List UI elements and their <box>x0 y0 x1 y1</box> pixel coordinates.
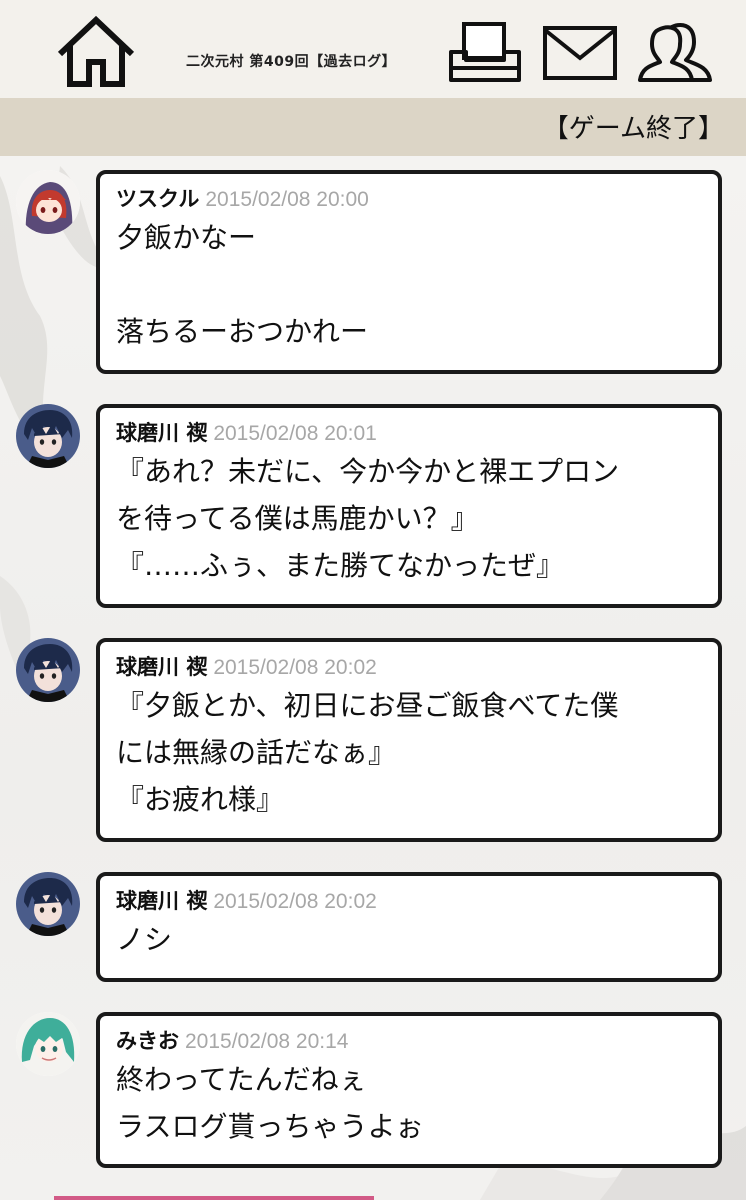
message-log[interactable]: ツスクル 2015/02/08 20:00 夕飯かなー 落ちるーおつかれー 球磨川… <box>0 156 746 1200</box>
avatar[interactable] <box>16 170 80 234</box>
message-line: には無縁の話だなぁ』 <box>116 736 397 769</box>
mail-icon <box>543 26 617 80</box>
avatar[interactable] <box>16 638 80 702</box>
speaker-name[interactable]: 球磨川 禊 <box>116 655 207 679</box>
next-item-edge <box>54 1196 374 1200</box>
avatar[interactable] <box>16 1012 80 1076</box>
message-bubble: ツスクル 2015/02/08 20:00 夕飯かなー 落ちるーおつかれー <box>96 170 722 374</box>
avatar[interactable] <box>16 872 80 936</box>
print-button[interactable] <box>448 22 522 84</box>
avatar-red-hair-hood-icon <box>16 170 80 234</box>
message-bubble: 球磨川 禊 2015/02/08 20:02 『夕飯とか、初日にお昼ご飯食べてた僕… <box>96 638 722 842</box>
message-timestamp: 2015/02/08 20:01 <box>213 422 377 445</box>
users-icon <box>638 23 712 82</box>
message-line: 終わってたんだねぇ <box>116 1063 367 1096</box>
message-line: 『お疲れ様』 <box>116 783 285 816</box>
message-timestamp: 2015/02/08 20:02 <box>213 656 377 679</box>
message-bubble: 球磨川 禊 2015/02/08 20:01 『あれ？未だに、今か今かと裸エプロン… <box>96 404 722 608</box>
print-icon <box>449 22 521 82</box>
avatar-green-hair-icon <box>16 1012 80 1076</box>
users-button[interactable] <box>636 22 716 84</box>
game-status-label: 【ゲーム終了】 <box>542 114 724 144</box>
message-line: ノシ <box>116 923 173 956</box>
message-line: 『夕飯とか、初日にお昼ご飯食べてた僕 <box>116 689 619 722</box>
avatar-dark-hair-icon <box>16 872 80 936</box>
mail-button[interactable] <box>542 22 618 84</box>
speaker-name[interactable]: みきお <box>116 1029 179 1053</box>
speaker-name[interactable]: 球磨川 禊 <box>116 889 207 913</box>
message-bubble: みきお 2015/02/08 20:14 終わってたんだねぇ ラスログ貰っちゃうよ… <box>96 1012 722 1168</box>
avatar-dark-hair-icon <box>16 638 80 702</box>
message-line <box>116 261 702 308</box>
message-line: 夕飯かなー <box>116 221 257 254</box>
message-line: 『……ふぅ、また勝てなかったぜ』 <box>116 549 565 582</box>
message-timestamp: 2015/02/08 20:00 <box>205 188 369 211</box>
village-title: 二次元村 第409回【過去ログ】 <box>186 54 397 70</box>
avatar-dark-hair-icon <box>16 404 80 468</box>
home-button[interactable] <box>56 14 136 90</box>
message-line: 落ちるーおつかれー <box>116 315 369 348</box>
avatar[interactable] <box>16 404 80 468</box>
message-line: ラスログ貰っちゃうよぉ <box>116 1110 424 1143</box>
speaker-name[interactable]: 球磨川 禊 <box>116 421 207 445</box>
top-header: 二次元村 第409回【過去ログ】 <box>0 0 746 98</box>
message-timestamp: 2015/02/08 20:14 <box>185 1030 349 1053</box>
message-line: を待ってる僕は馬鹿かい？』 <box>116 502 479 535</box>
message-bubble: 球磨川 禊 2015/02/08 20:02 ノシ <box>96 872 722 982</box>
home-icon <box>57 15 135 87</box>
game-status-bar: 【ゲーム終了】 <box>0 98 746 156</box>
message-line: 『あれ？未だに、今か今かと裸エプロン <box>116 455 620 488</box>
message-timestamp: 2015/02/08 20:02 <box>213 890 377 913</box>
speaker-name[interactable]: ツスクル <box>116 187 199 211</box>
